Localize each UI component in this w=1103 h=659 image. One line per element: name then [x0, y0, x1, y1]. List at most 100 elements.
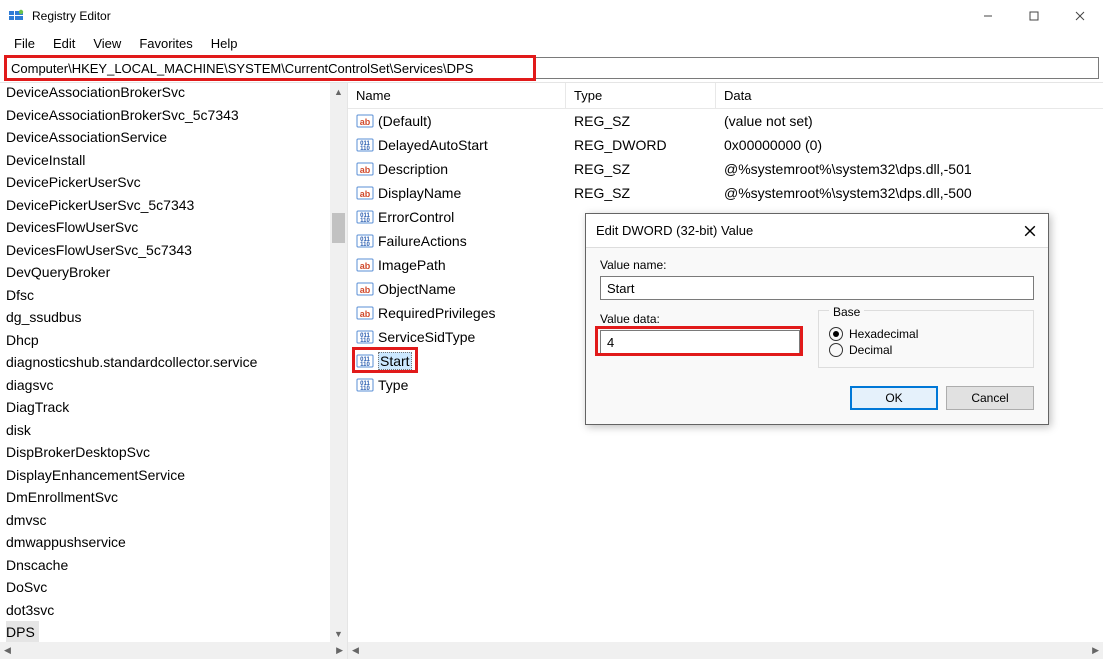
value-name-cell: abImagePath [348, 256, 566, 274]
value-name-cell: 011110ErrorControl [348, 208, 566, 226]
radio-label-hex: Hexadecimal [849, 327, 918, 341]
scroll-down-arrow[interactable]: ▼ [330, 625, 347, 642]
window-controls [965, 0, 1103, 32]
svg-text:ab: ab [360, 261, 371, 271]
value-data-input[interactable] [600, 330, 800, 354]
base-fieldset: Base Hexadecimal Decimal [818, 310, 1034, 368]
values-header: Name Type Data [348, 83, 1103, 109]
value-row[interactable]: 011110DelayedAutoStartREG_DWORD0x0000000… [348, 133, 1103, 157]
maximize-button[interactable] [1011, 0, 1057, 32]
value-name-cell: ab(Default) [348, 112, 566, 130]
tree-item[interactable]: DmEnrollmentSvc [0, 486, 347, 509]
value-row[interactable]: abDescriptionREG_SZ@%systemroot%\system3… [348, 157, 1103, 181]
tree-item[interactable]: DisplayEnhancementService [0, 464, 347, 487]
menu-help[interactable]: Help [203, 34, 246, 53]
value-name-cell: abDisplayName [348, 184, 566, 202]
tree-item[interactable]: DevicesFlowUserSvc [0, 216, 347, 239]
scroll-thumb[interactable] [332, 213, 345, 243]
radio-button-icon [829, 327, 843, 341]
tree-item[interactable]: DispBrokerDesktopSvc [0, 441, 347, 464]
value-name-cell: abObjectName [348, 280, 566, 298]
tree-item[interactable]: DoSvc [0, 576, 347, 599]
svg-text:110: 110 [360, 338, 370, 344]
minimize-button[interactable] [965, 0, 1011, 32]
dialog-titlebar[interactable]: Edit DWORD (32-bit) Value [586, 214, 1048, 248]
tree-item[interactable]: DevicesFlowUserSvc_5c7343 [0, 239, 347, 262]
cancel-button[interactable]: Cancel [946, 386, 1034, 410]
column-header-data[interactable]: Data [716, 83, 1103, 108]
tree-item[interactable]: Dfsc [0, 284, 347, 307]
svg-text:110: 110 [360, 386, 370, 392]
value-row[interactable]: ab(Default)REG_SZ(value not set) [348, 109, 1103, 133]
tree-panel: DeviceAssociationBrokerSvcDeviceAssociat… [0, 83, 348, 659]
menu-view[interactable]: View [85, 34, 129, 53]
scroll-up-arrow[interactable]: ▲ [330, 83, 347, 100]
radio-button-icon [829, 343, 843, 357]
tree-item[interactable]: dmwappushservice [0, 531, 347, 554]
value-name-input[interactable] [600, 276, 1034, 300]
value-type-cell: REG_SZ [566, 113, 716, 129]
tree-item[interactable]: diagsvc [0, 374, 347, 397]
value-data-cell: (value not set) [716, 113, 1103, 129]
menubar: File Edit View Favorites Help [0, 32, 1103, 54]
column-header-type[interactable]: Type [566, 83, 716, 108]
addressbar-container: Computer\HKEY_LOCAL_MACHINE\SYSTEM\Curre… [0, 54, 1103, 82]
tree-item[interactable]: DeviceAssociationService [0, 126, 347, 149]
tree-horizontal-scrollbar[interactable]: ◀ ▶ [0, 642, 347, 659]
svg-text:ab: ab [360, 189, 371, 199]
tree-item[interactable]: DevQueryBroker [0, 261, 347, 284]
tree-item[interactable]: DevicePickerUserSvc [0, 171, 347, 194]
tree-item[interactable]: dg_ssudbus [0, 306, 347, 329]
tree-item[interactable]: Dhcp [0, 329, 347, 352]
tree-item[interactable]: dot3svc [0, 599, 347, 622]
menu-edit[interactable]: Edit [45, 34, 83, 53]
tree-item[interactable]: DeviceAssociationBrokerSvc_5c7343 [0, 104, 347, 127]
value-name-cell: 011110ServiceSidType [348, 328, 566, 346]
value-data-cell: 0x00000000 (0) [716, 137, 1103, 153]
scroll-right-arrow[interactable]: ▶ [1092, 645, 1099, 656]
values-horizontal-scrollbar[interactable]: ◀ ▶ [348, 642, 1103, 659]
address-bar[interactable]: Computer\HKEY_LOCAL_MACHINE\SYSTEM\Curre… [4, 57, 1099, 79]
radio-hexadecimal[interactable]: Hexadecimal [829, 327, 1023, 341]
menu-file[interactable]: File [6, 34, 43, 53]
titlebar: Registry Editor [0, 0, 1103, 32]
menu-favorites[interactable]: Favorites [131, 34, 200, 53]
value-name-cell: 011110DelayedAutoStart [348, 136, 566, 154]
radio-label-dec: Decimal [849, 343, 892, 357]
svg-text:110: 110 [360, 146, 370, 152]
value-row[interactable]: abDisplayNameREG_SZ@%systemroot%\system3… [348, 181, 1103, 205]
regedit-icon [8, 8, 24, 24]
base-legend: Base [829, 305, 864, 319]
value-type-cell: REG_DWORD [566, 137, 716, 153]
radio-decimal[interactable]: Decimal [829, 343, 1023, 357]
dialog-close-button[interactable] [1018, 220, 1042, 242]
svg-text:ab: ab [360, 285, 371, 295]
tree-item[interactable]: disk [0, 419, 347, 442]
tree-item[interactable]: DPS [6, 621, 39, 644]
tree-item[interactable]: DeviceAssociationBrokerSvc [0, 83, 347, 104]
close-button[interactable] [1057, 0, 1103, 32]
scroll-left-arrow[interactable]: ◀ [352, 645, 359, 656]
tree-item[interactable]: diagnosticshub.standardcollector.service [0, 351, 347, 374]
address-text: Computer\HKEY_LOCAL_MACHINE\SYSTEM\Curre… [11, 61, 473, 76]
tree-item[interactable]: dmvsc [0, 509, 347, 532]
tree-item[interactable]: DevicePickerUserSvc_5c7343 [0, 194, 347, 217]
value-data-cell: @%systemroot%\system32\dps.dll,-500 [716, 185, 1103, 201]
tree-item[interactable]: DeviceInstall [0, 149, 347, 172]
value-name-cell: 011110Type [348, 376, 566, 394]
tree-list[interactable]: DeviceAssociationBrokerSvcDeviceAssociat… [0, 83, 347, 644]
svg-text:ab: ab [360, 309, 371, 319]
value-name-cell: abDescription [348, 160, 566, 178]
tree-item[interactable]: DiagTrack [0, 396, 347, 419]
scroll-right-arrow[interactable]: ▶ [336, 645, 343, 656]
tree-item[interactable]: Dnscache [0, 554, 347, 577]
value-data-cell: @%systemroot%\system32\dps.dll,-501 [716, 161, 1103, 177]
dialog-body: Value name: Value data: Base Hexadecimal [586, 248, 1048, 424]
scroll-left-arrow[interactable]: ◀ [4, 645, 11, 656]
ok-button[interactable]: OK [850, 386, 938, 410]
svg-text:110: 110 [360, 242, 370, 248]
value-name-cell: 011110FailureActions [348, 232, 566, 250]
column-header-name[interactable]: Name [348, 83, 566, 108]
value-name-cell: 011110Start [348, 352, 566, 370]
tree-vertical-scrollbar[interactable]: ▲ ▼ [330, 83, 347, 642]
